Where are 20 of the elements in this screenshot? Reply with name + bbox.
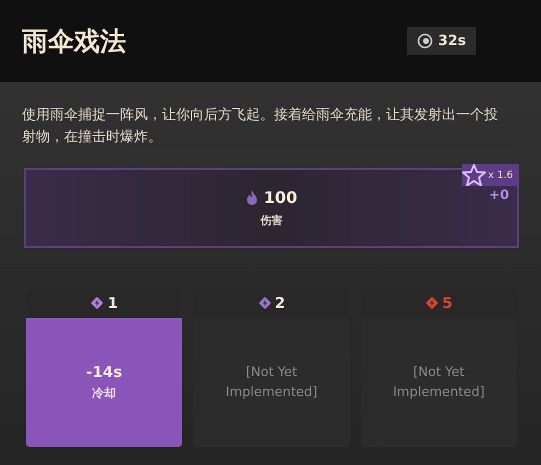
placeholder-text: [Not Yet Implemented] [392,364,486,402]
bonus-value: +0 [489,188,509,203]
upgrade-card[interactable]: 5 [Not Yet Implemented] [360,288,517,447]
clock-icon [417,33,434,49]
star-icon [462,164,486,186]
damage-label: 伤害 [260,213,282,228]
ability-description: 使用雨伞捕捉一阵风，让你向后方飞起。接着给雨伞充能，让其发射出一个投射物，在撞击时爆炸。 [22,106,499,147]
upgrade-cost: 5 [442,294,453,312]
effect-value: -14s [86,363,122,381]
upgrade-cost: 2 [274,294,286,312]
upgrade-card[interactable]: 1 -14s 冷却 [26,288,182,447]
placeholder-text: [Not Yet Implemented] [224,364,318,402]
multiplier-text: x 1.6 [488,170,513,180]
flame-icon [246,190,258,205]
ability-title: 雨伞戏法 [22,26,126,58]
cooldown-text: 32s [438,33,466,49]
effect-label: 冷却 [92,385,116,402]
damage-value: 100 [264,188,298,207]
upgrade-cost: 1 [107,294,118,312]
upgrade-card[interactable]: 2 [Not Yet Implemented] [193,288,350,447]
